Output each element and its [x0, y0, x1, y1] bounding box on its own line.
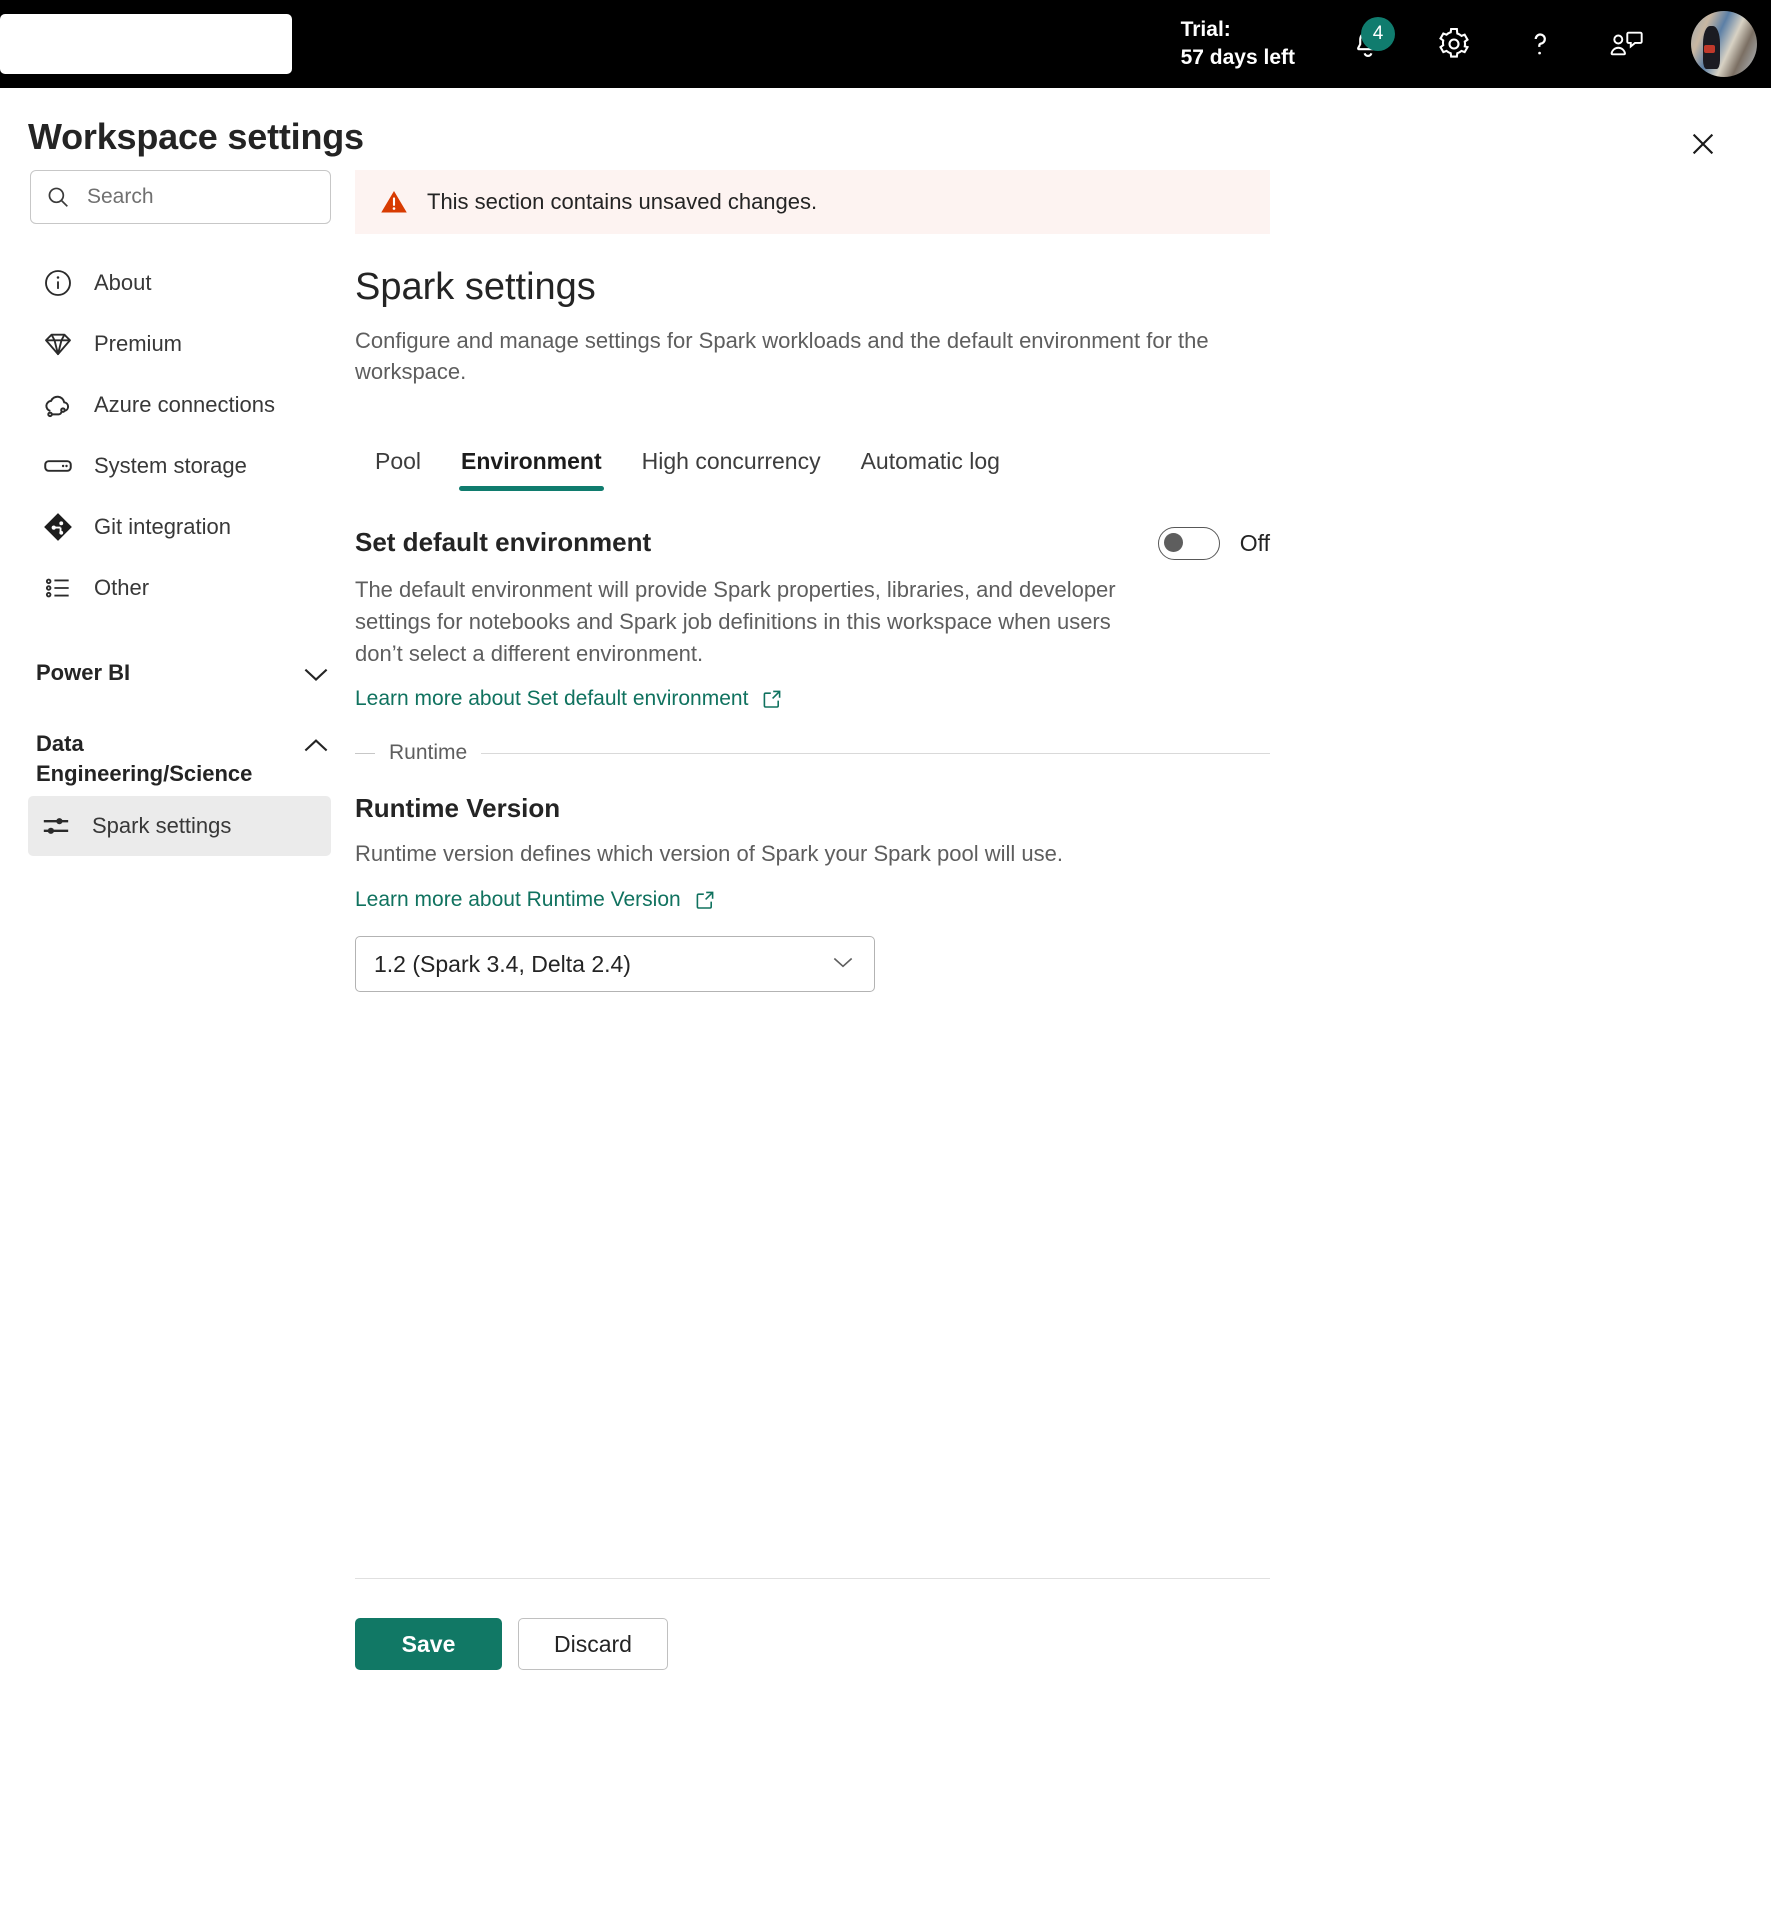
set-default-environment-title: Set default environment: [355, 527, 652, 558]
runtime-version-dropdown[interactable]: 1.2 (Spark 3.4, Delta 2.4): [355, 936, 875, 993]
chevron-down-icon: [830, 953, 856, 976]
runtime-section-divider: Runtime: [355, 741, 1270, 765]
tab-pool[interactable]: Pool: [355, 448, 441, 491]
page-title: Workspace settings: [28, 116, 364, 157]
app-header: Trial: 57 days left 4: [0, 0, 1771, 88]
chevron-up-icon: [301, 729, 331, 760]
settings-sidebar: About Premium: [0, 170, 355, 856]
sidebar-group-label: Data Engineering/Science: [36, 731, 253, 787]
divider-line: [481, 752, 1270, 754]
divider-dash: [355, 752, 375, 754]
sidebar-item-system-storage[interactable]: System storage: [30, 435, 331, 496]
discard-button[interactable]: Discard: [518, 1618, 668, 1670]
settings-tabs: Pool Environment High concurrency Automa…: [355, 429, 1771, 492]
runtime-version-selected-value: 1.2 (Spark 3.4, Delta 2.4): [374, 950, 631, 977]
sidebar-item-label: Spark settings: [92, 812, 232, 838]
trial-label: Trial:: [1180, 18, 1231, 42]
header-right-cluster: Trial: 57 days left 4: [1181, 0, 1771, 88]
sidebar-item-spark-settings[interactable]: Spark settings: [28, 795, 331, 856]
tab-automatic-log[interactable]: Automatic log: [841, 448, 1020, 491]
tab-environment[interactable]: Environment: [441, 448, 622, 492]
global-search-box[interactable]: [0, 14, 292, 74]
banner-text: This section contains unsaved changes.: [427, 189, 818, 214]
toggle-knob: [1163, 533, 1183, 553]
notifications-button[interactable]: 4: [1337, 13, 1399, 75]
sidebar-group-label: Power BI: [36, 660, 131, 685]
sidebar-group-data-engineering-science[interactable]: Data Engineering/Science: [36, 729, 331, 790]
learn-more-label: Learn more about Set default environment: [355, 687, 749, 711]
runtime-version-title: Runtime Version: [355, 793, 561, 824]
search-input[interactable]: [85, 184, 316, 210]
gear-icon: [1439, 27, 1470, 58]
info-icon: [30, 267, 86, 299]
save-button[interactable]: Save: [355, 1618, 502, 1670]
question-mark-icon: [1534, 33, 1546, 55]
trial-status: Trial: 57 days left: [1181, 16, 1295, 71]
sidebar-item-about[interactable]: About: [30, 252, 331, 313]
sidebar-item-premium[interactable]: Premium: [30, 313, 331, 374]
settings-button[interactable]: [1423, 13, 1485, 75]
settings-content: This section contains unsaved changes. S…: [355, 170, 1771, 993]
sidebar-search[interactable]: [30, 170, 331, 224]
sliders-icon: [28, 809, 84, 843]
close-button[interactable]: [1677, 118, 1729, 170]
sidebar-item-azure-connections[interactable]: Azure connections: [30, 374, 331, 435]
runtime-divider-label: Runtime: [389, 741, 468, 765]
user-avatar[interactable]: [1691, 11, 1757, 77]
sidebar-item-label: Other: [94, 574, 150, 600]
footer-actions: Save Discard: [355, 1618, 668, 1670]
external-link-icon: [760, 687, 784, 711]
runtime-version-description: Runtime version defines which version of…: [355, 841, 1063, 867]
sidebar-item-label: About: [94, 269, 152, 295]
notification-badge: 4: [1361, 17, 1395, 51]
warning-triangle-icon: [381, 191, 407, 213]
learn-more-set-default-environment-link[interactable]: Learn more about Set default environment: [355, 687, 784, 711]
learn-more-label: Learn more about Runtime Version: [355, 888, 681, 912]
sidebar-item-label: System storage: [94, 452, 247, 478]
storage-icon: [30, 449, 86, 483]
sidebar-item-label: Azure connections: [94, 391, 275, 417]
sidebar-nav-list: About Premium Azure connections System s…: [0, 252, 355, 618]
section-heading: Spark settings: [355, 266, 596, 308]
footer-divider: [355, 1578, 1270, 1579]
set-default-environment-toggle[interactable]: [1157, 527, 1220, 561]
learn-more-runtime-version-link[interactable]: Learn more about Runtime Version: [355, 888, 717, 912]
list-icon: [30, 572, 86, 604]
workspace-settings-panel: Workspace settings Search About Premium …: [0, 88, 1771, 1925]
sidebar-item-label: Git integration: [94, 513, 231, 539]
close-icon: [1692, 133, 1714, 155]
set-default-environment-toggle-wrap: Off: [1157, 527, 1270, 561]
git-icon: [30, 510, 86, 544]
chevron-down-icon: [301, 658, 331, 689]
sidebar-group-power-bi[interactable]: Power BI: [36, 658, 331, 689]
external-link-icon: [693, 888, 717, 912]
sidebar-item-label: Premium: [94, 330, 183, 356]
cloud-link-icon: [30, 388, 86, 422]
section-description: Configure and manage settings for Spark …: [355, 328, 1209, 385]
toggle-state-label: Off: [1239, 530, 1270, 557]
feedback-icon: [1610, 31, 1643, 56]
search-icon: [48, 187, 68, 207]
feedback-button[interactable]: [1595, 13, 1657, 75]
sidebar-item-git-integration[interactable]: Git integration: [30, 496, 331, 557]
tab-high-concurrency[interactable]: High concurrency: [622, 448, 841, 491]
trial-days-left: 57 days left: [1180, 46, 1295, 69]
unsaved-changes-banner: This section contains unsaved changes.: [355, 170, 1270, 234]
help-button[interactable]: [1509, 13, 1571, 75]
set-default-environment-row: Set default environment Off: [355, 527, 1270, 561]
sidebar-item-other[interactable]: Other: [30, 557, 331, 618]
set-default-environment-description: The default environment will provide Spa…: [355, 577, 1116, 666]
diamond-icon: [30, 328, 86, 360]
